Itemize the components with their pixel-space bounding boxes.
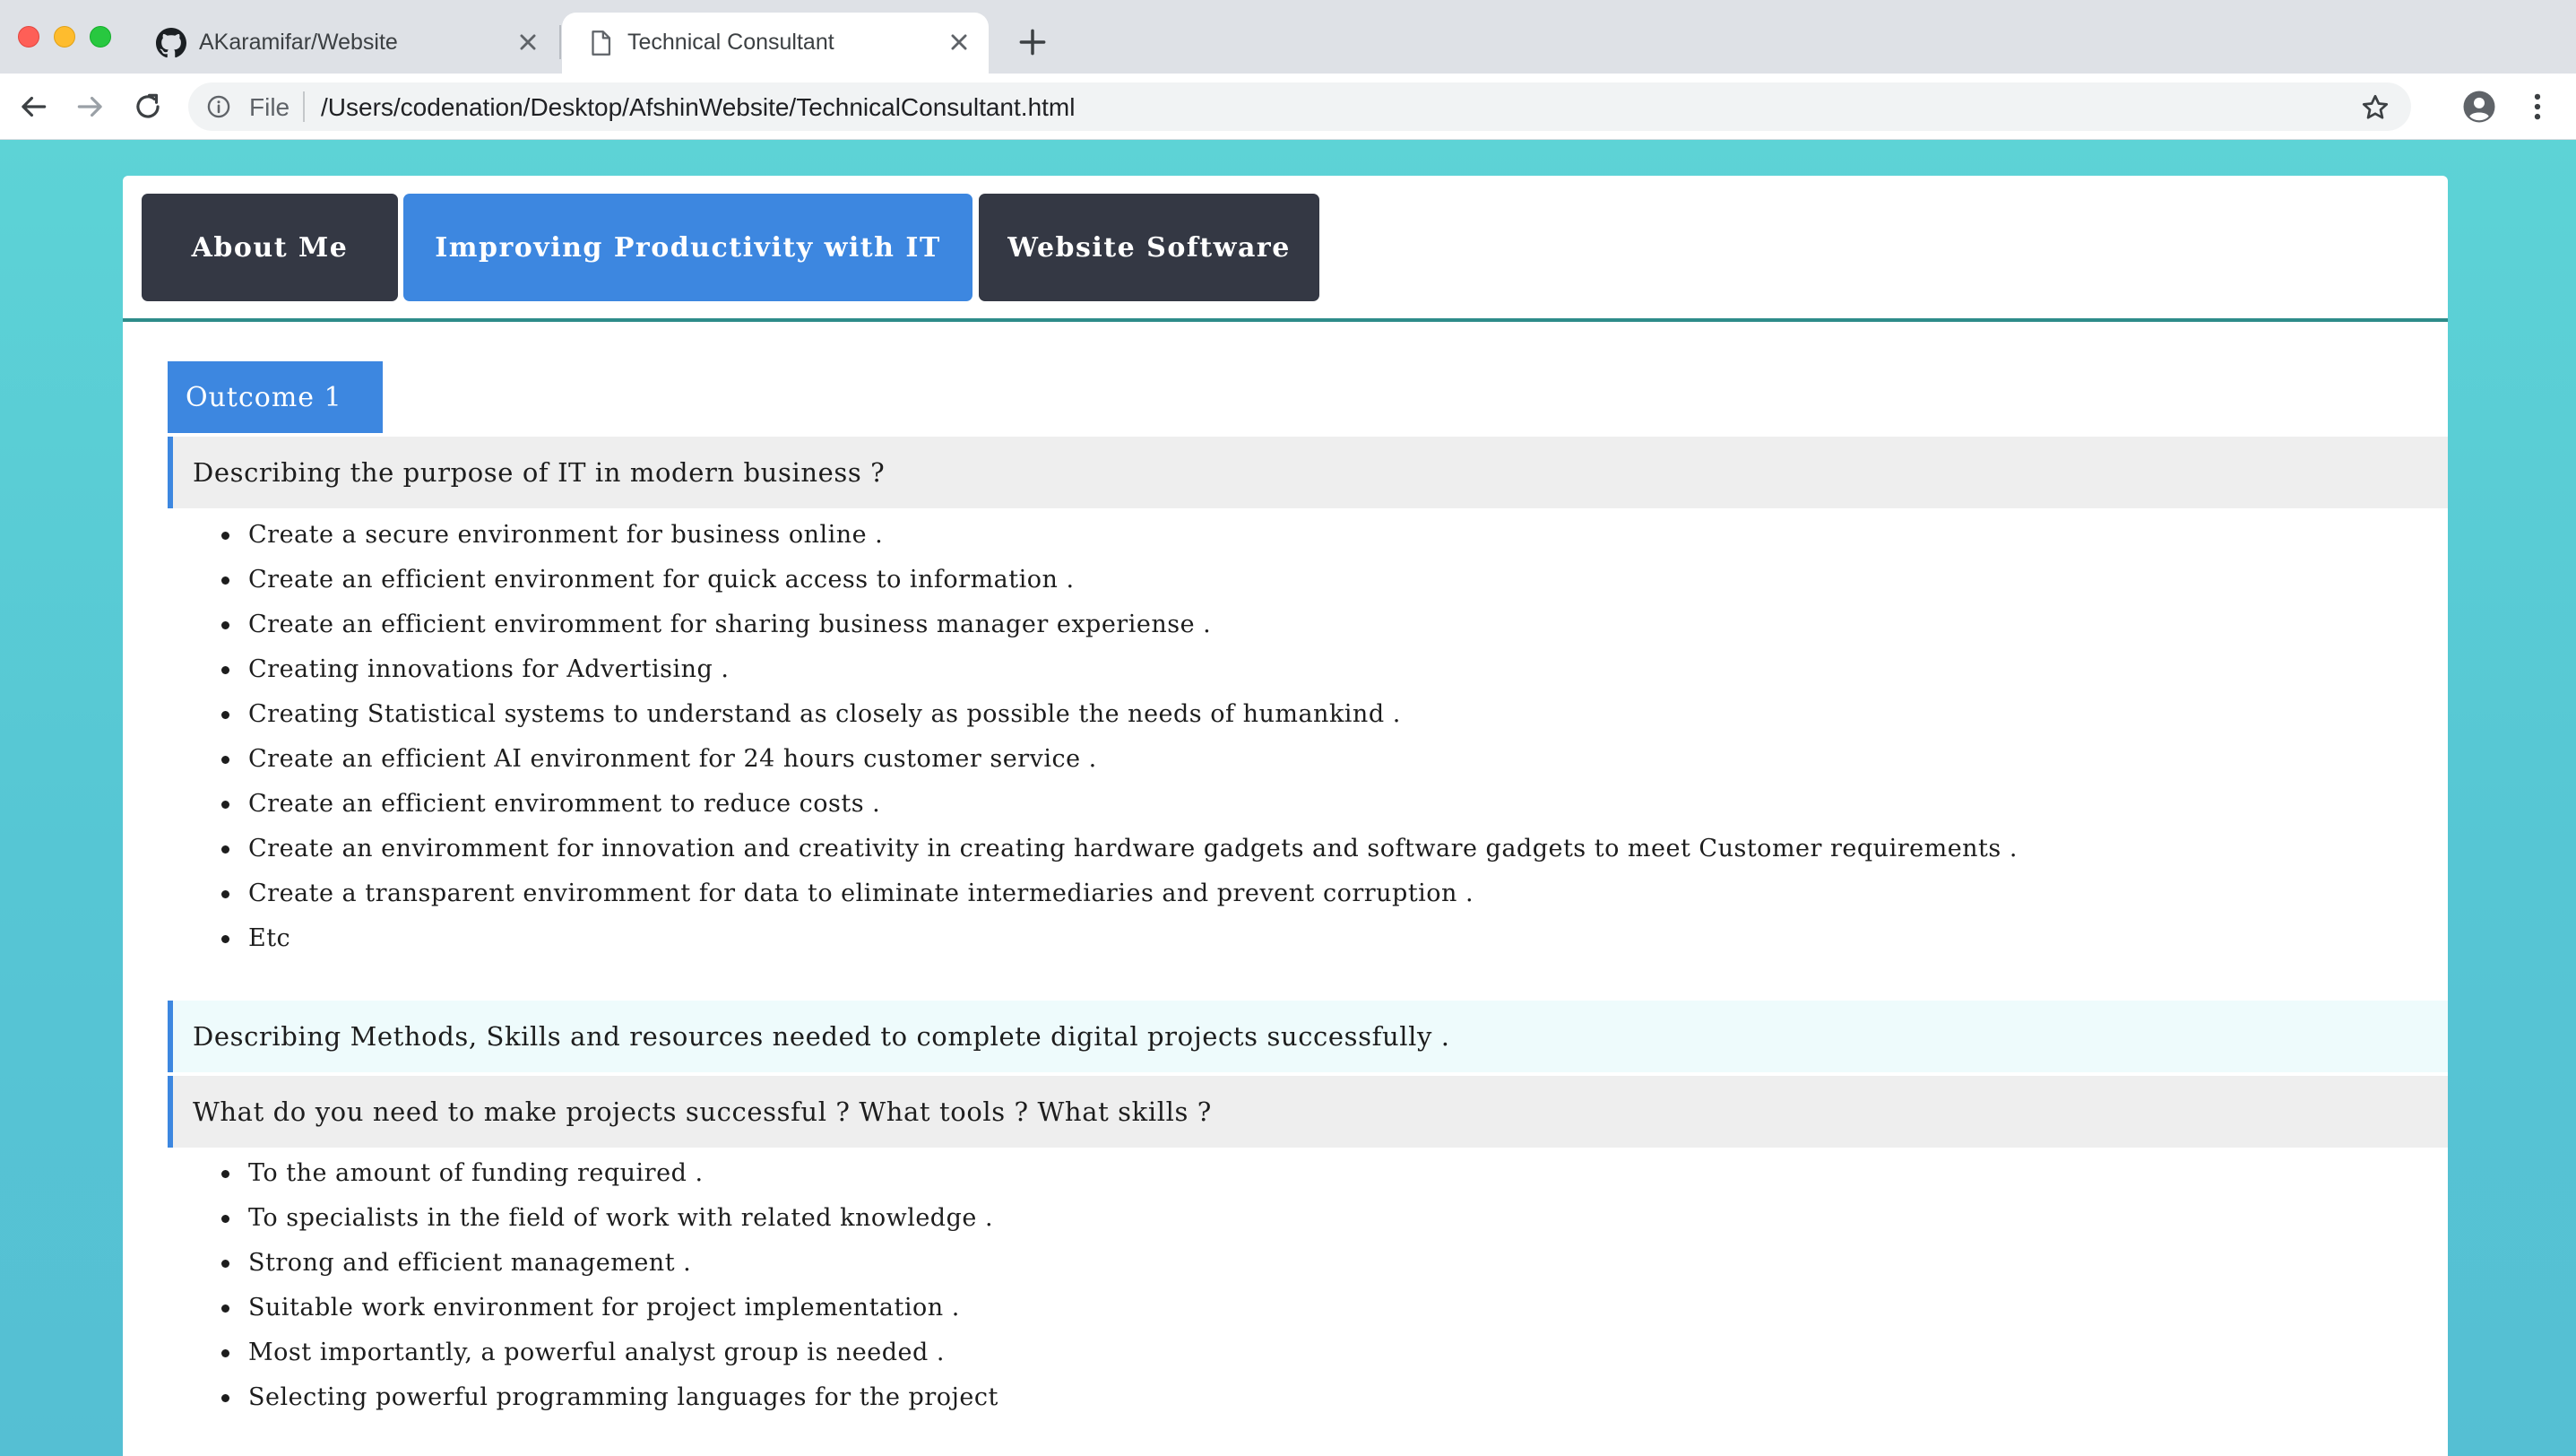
- zoom-window-button[interactable]: [90, 26, 111, 48]
- list-item: Create an efficient enviromment to reduc…: [221, 782, 2018, 827]
- browser-menu-icon[interactable]: [2520, 90, 2554, 124]
- outcome-badge: Outcome 1: [168, 361, 383, 433]
- url-text[interactable]: /Users/codenation/Desktop/AfshinWebsite/…: [321, 93, 1075, 122]
- section-subheading-tools: What do you need to make projects succes…: [168, 1076, 2448, 1148]
- tab-title: AKaramifar/Website: [199, 30, 398, 55]
- address-divider: [303, 91, 305, 122]
- page-viewport: About Me Improving Productivity with IT …: [0, 140, 2576, 1456]
- new-tab-icon[interactable]: [1016, 25, 1050, 59]
- nav-website-software[interactable]: Website Software: [979, 194, 1319, 301]
- nav-about-me[interactable]: About Me: [142, 194, 398, 301]
- list-item: Suitable work environment for project im…: [221, 1286, 998, 1330]
- tab-separator: [559, 25, 561, 59]
- list-item: Etc: [221, 916, 2018, 961]
- requirements-list: To the amount of funding required . To s…: [123, 1151, 998, 1420]
- info-icon[interactable]: [206, 94, 231, 119]
- list-item: Create an efficient AI environment for 2…: [221, 737, 2018, 782]
- close-window-button[interactable]: [18, 26, 39, 48]
- list-item: Most importantly, a powerful analyst gro…: [221, 1330, 998, 1375]
- url-scheme-label: File: [249, 93, 290, 121]
- tab-github[interactable]: AKaramifar/Website: [143, 13, 556, 74]
- list-item: To the amount of funding required .: [221, 1151, 998, 1196]
- list-item: Selecting powerful programming languages…: [221, 1375, 998, 1420]
- section-heading-purpose: Describing the purpose of IT in modern b…: [168, 437, 2448, 508]
- section-heading-methods: Describing Methods, Skills and resources…: [168, 1001, 2448, 1072]
- content-card: About Me Improving Productivity with IT …: [123, 176, 2448, 1456]
- browser-tabstrip: AKaramifar/Website Technical Consultant: [0, 0, 2576, 74]
- list-item: Create an efficient enviromment for shar…: [221, 602, 2018, 647]
- close-tab-icon[interactable]: [944, 27, 974, 57]
- nav-improving-productivity[interactable]: Improving Productivity with IT: [403, 194, 972, 301]
- bookmark-star-icon[interactable]: [2359, 91, 2391, 124]
- tab-technical-consultant[interactable]: Technical Consultant: [562, 13, 989, 74]
- tab-title: Technical Consultant: [627, 30, 834, 55]
- list-item: Create an efficient environment for quic…: [221, 558, 2018, 602]
- profile-avatar-icon[interactable]: [2461, 89, 2497, 125]
- list-item: To specialists in the field of work with…: [221, 1196, 998, 1241]
- minimize-window-button[interactable]: [54, 26, 75, 48]
- document-icon: [592, 30, 611, 56]
- back-arrow-icon[interactable]: [16, 90, 50, 124]
- list-item: Creating Statistical systems to understa…: [221, 692, 2018, 737]
- purpose-list: Create a secure environment for business…: [123, 513, 2018, 961]
- address-bar[interactable]: File /Users/codenation/Desktop/AfshinWeb…: [188, 82, 2411, 131]
- list-item: Create a transparent enviromment for dat…: [221, 871, 2018, 916]
- reload-icon[interactable]: [131, 90, 165, 124]
- list-item: Create an enviromment for innovation and…: [221, 827, 2018, 871]
- list-item: Creating innovations for Advertising .: [221, 647, 2018, 692]
- github-icon: [156, 28, 186, 58]
- list-item: Strong and efficient management .: [221, 1241, 998, 1286]
- site-navbar: About Me Improving Productivity with IT …: [123, 176, 2448, 322]
- forward-arrow-icon[interactable]: [73, 90, 108, 124]
- list-item: Create a secure environment for business…: [221, 513, 2018, 558]
- close-tab-icon[interactable]: [513, 27, 543, 57]
- browser-toolbar: File /Users/codenation/Desktop/AfshinWeb…: [0, 74, 2576, 140]
